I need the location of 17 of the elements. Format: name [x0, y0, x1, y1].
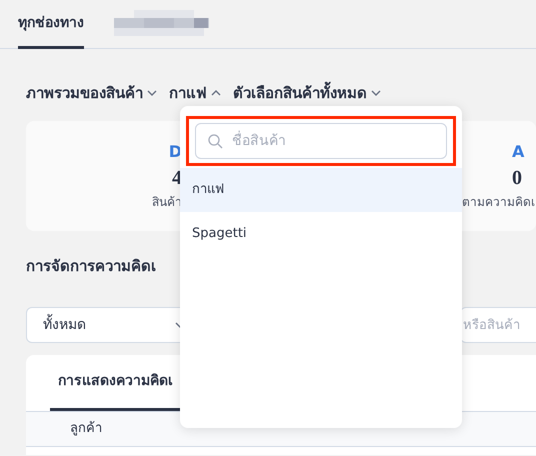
section-title: การจัดการความคิดเ	[26, 257, 156, 275]
column-header: ลูกค้า	[70, 420, 102, 438]
product-search-field[interactable]: ชื่อสินค้า	[195, 123, 447, 159]
breadcrumb-dropdown[interactable]: ตัวเลือกสินค้าทั้งหมด	[233, 82, 381, 104]
stat-label: ตามความคิดเ	[462, 194, 535, 211]
dropdown-option[interactable]: Spagetti	[180, 212, 462, 256]
breadcrumb-dropdown[interactable]: กาแฟ	[169, 82, 221, 104]
stat-value: 0	[511, 166, 522, 191]
stat-label: สินค้า	[152, 194, 182, 211]
chevron-up-icon	[211, 90, 221, 96]
stat-letter: A	[511, 141, 524, 163]
search-field[interactable]: หรือสินค้า	[460, 307, 536, 343]
channel-tab[interactable]: ทุกช่องทาง	[18, 0, 84, 49]
chevron-down-icon	[371, 90, 381, 96]
breadcrumb-dropdown[interactable]: ภาพรวมของสินค้า	[26, 82, 157, 104]
dropdown-option[interactable]: กาแฟ	[180, 168, 462, 212]
chevron-down-icon	[147, 90, 157, 96]
